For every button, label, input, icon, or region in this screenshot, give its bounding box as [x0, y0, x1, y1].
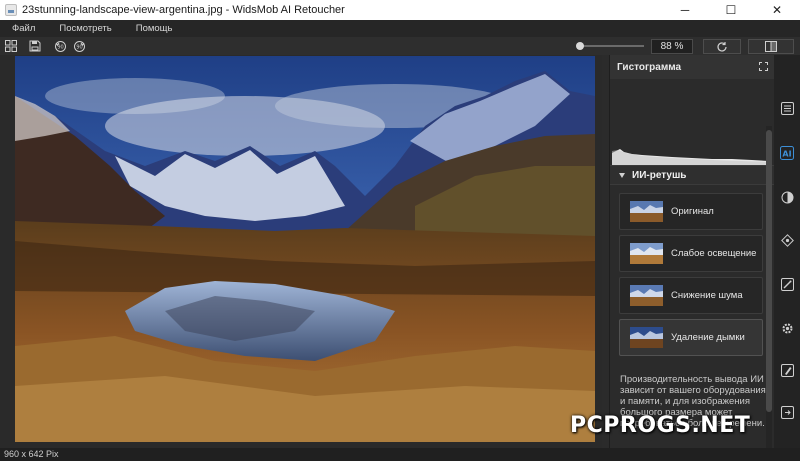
preset-label: Слабое освещение [671, 248, 757, 259]
settings-icon[interactable] [780, 321, 794, 335]
ai-icon[interactable]: AI [780, 146, 794, 160]
image-dimensions: 960 x 642 Pix [4, 449, 59, 459]
rotate-left-icon[interactable]: 90 [53, 39, 67, 53]
window-title: 23stunning-landscape-view-argentina.jpg … [22, 4, 345, 16]
menu-file[interactable]: Файл [12, 23, 35, 34]
svg-text:90: 90 [57, 44, 63, 50]
export-icon[interactable] [780, 405, 794, 419]
preset-thumbnail [630, 285, 663, 306]
app-icon [5, 4, 17, 16]
preset-label: Снижение шума [671, 290, 743, 301]
magic-icon[interactable] [780, 277, 794, 291]
expand-icon[interactable] [759, 58, 768, 76]
watermark: PCPROGS.NET [570, 413, 751, 438]
svg-text:AI: AI [782, 150, 791, 159]
svg-text:90: 90 [76, 44, 82, 50]
menu-bar: Файл Посмотреть Помощь [0, 20, 800, 37]
right-panel: Гистограмма ИИ-ретушь Оригинал Слабое ос… [609, 55, 774, 448]
adjust-icon[interactable] [780, 101, 794, 115]
panel-scrollbar[interactable] [766, 126, 772, 448]
refresh-icon [717, 41, 727, 52]
status-bar: 960 x 642 Pix [0, 448, 800, 461]
zoom-slider-handle[interactable] [576, 42, 584, 50]
title-bar: 23stunning-landscape-view-argentina.jpg … [0, 0, 800, 20]
histogram-title: Гистограмма [617, 61, 682, 73]
menu-help[interactable]: Помощь [136, 23, 173, 34]
toolbar: 90 90 88 % [0, 37, 800, 55]
refresh-button[interactable] [703, 39, 741, 54]
preset-dehaze[interactable]: Удаление дымки [619, 319, 763, 356]
ai-section-title: ИИ-ретушь [632, 169, 687, 181]
color-icon[interactable] [780, 190, 794, 204]
preset-original[interactable]: Оригинал [619, 193, 763, 230]
preset-label: Оригинал [671, 206, 714, 217]
ai-section-header[interactable]: ИИ-ретушь [610, 165, 774, 185]
zoom-value[interactable]: 88 % [651, 39, 693, 54]
maximize-button[interactable]: ☐ [708, 0, 754, 20]
zoom-slider[interactable] [576, 42, 644, 50]
preset-noise-reduction[interactable]: Снижение шума [619, 277, 763, 314]
panel-scrollbar-thumb[interactable] [766, 130, 772, 412]
preset-thumbnail [630, 243, 663, 264]
brush-icon[interactable] [780, 363, 794, 377]
shape-icon[interactable] [780, 233, 794, 247]
compare-button[interactable] [748, 39, 794, 54]
menu-view[interactable]: Посмотреть [59, 23, 111, 34]
minimize-button[interactable]: ─ [662, 0, 708, 20]
close-button[interactable]: ✕ [754, 0, 800, 20]
grid-icon[interactable] [4, 39, 18, 53]
preset-low-light[interactable]: Слабое освещение [619, 235, 763, 272]
preset-thumbnail [630, 327, 663, 348]
landscape-photo[interactable] [15, 56, 595, 442]
preset-thumbnail [630, 201, 663, 222]
save-icon[interactable] [28, 39, 42, 53]
compare-icon [765, 41, 777, 52]
image-canvas[interactable] [0, 55, 602, 448]
preset-label: Удаление дымки [671, 332, 745, 343]
collapse-triangle-icon [619, 172, 625, 178]
histogram [612, 79, 769, 165]
rotate-right-icon[interactable]: 90 [72, 39, 86, 53]
histogram-header: Гистограмма [610, 55, 774, 79]
tool-column: AI [774, 55, 800, 448]
